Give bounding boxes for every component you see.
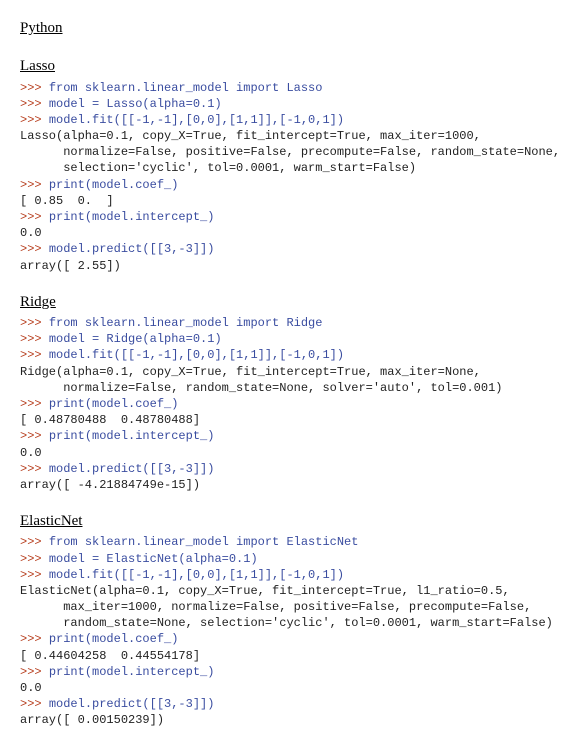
- repl-output: max_iter=1000, normalize=False, positive…: [20, 600, 531, 614]
- code-line: array([ 0.00150239]): [20, 712, 563, 728]
- repl-prompt: >>>: [20, 397, 49, 411]
- code-line: >>> from sklearn.linear_model import Ela…: [20, 534, 563, 550]
- code-line: 0.0: [20, 225, 563, 241]
- repl-prompt: >>>: [20, 697, 49, 711]
- section-title: ElasticNet: [20, 511, 563, 531]
- repl-output: selection='cyclic', tol=0.0001, warm_sta…: [20, 161, 416, 175]
- repl-prompt: >>>: [20, 535, 49, 549]
- repl-input: print(model.intercept_): [49, 429, 215, 443]
- repl-input: print(model.intercept_): [49, 210, 215, 224]
- code-line: >>> model = Lasso(alpha=0.1): [20, 96, 563, 112]
- code-line: >>> print(model.coef_): [20, 396, 563, 412]
- repl-prompt: >>>: [20, 429, 49, 443]
- repl-prompt: >>>: [20, 242, 49, 256]
- code-block: >>> from sklearn.linear_model import Las…: [20, 80, 563, 274]
- section-title: Lasso: [20, 56, 563, 76]
- repl-output: normalize=False, random_state=None, solv…: [20, 381, 502, 395]
- repl-output: 0.0: [20, 446, 42, 460]
- code-line: normalize=False, random_state=None, solv…: [20, 380, 563, 396]
- section-title: Ridge: [20, 292, 563, 312]
- code-line: random_state=None, selection='cyclic', t…: [20, 615, 563, 631]
- repl-prompt: >>>: [20, 462, 49, 476]
- code-line: >>> print(model.intercept_): [20, 209, 563, 225]
- code-line: >>> model.predict([[3,-3]]): [20, 241, 563, 257]
- repl-prompt: >>>: [20, 316, 49, 330]
- code-line: >>> model.fit([[-1,-1],[0,0],[1,1]],[-1,…: [20, 347, 563, 363]
- code-line: >>> model.predict([[3,-3]]): [20, 696, 563, 712]
- repl-input: model.fit([[-1,-1],[0,0],[1,1]],[-1,0,1]…: [49, 568, 344, 582]
- repl-output: array([ -4.21884749e-15]): [20, 478, 200, 492]
- page-title: Python: [20, 18, 563, 38]
- sections-container: Lasso >>> from sklearn.linear_model impor…: [20, 56, 563, 728]
- repl-input: model = ElasticNet(alpha=0.1): [49, 552, 258, 566]
- code-line: >>> model = ElasticNet(alpha=0.1): [20, 551, 563, 567]
- repl-output: Lasso(alpha=0.1, copy_X=True, fit_interc…: [20, 129, 481, 143]
- repl-output: array([ 0.00150239]): [20, 713, 164, 727]
- repl-prompt: >>>: [20, 665, 49, 679]
- repl-prompt: >>>: [20, 97, 49, 111]
- repl-output: ElasticNet(alpha=0.1, copy_X=True, fit_i…: [20, 584, 510, 598]
- repl-output: normalize=False, positive=False, precomp…: [20, 145, 560, 159]
- repl-output: [ 0.85 0. ]: [20, 194, 114, 208]
- code-line: >>> from sklearn.linear_model import Rid…: [20, 315, 563, 331]
- repl-input: print(model.intercept_): [49, 665, 215, 679]
- repl-input: from sklearn.linear_model import Elastic…: [49, 535, 359, 549]
- repl-input: print(model.coef_): [49, 397, 179, 411]
- repl-prompt: >>>: [20, 348, 49, 362]
- code-line: max_iter=1000, normalize=False, positive…: [20, 599, 563, 615]
- code-line: >>> model.fit([[-1,-1],[0,0],[1,1]],[-1,…: [20, 567, 563, 583]
- repl-prompt: >>>: [20, 568, 49, 582]
- repl-prompt: >>>: [20, 632, 49, 646]
- repl-input: model.fit([[-1,-1],[0,0],[1,1]],[-1,0,1]…: [49, 348, 344, 362]
- repl-output: 0.0: [20, 681, 42, 695]
- code-line: selection='cyclic', tol=0.0001, warm_sta…: [20, 160, 563, 176]
- repl-output: 0.0: [20, 226, 42, 240]
- code-line: [ 0.85 0. ]: [20, 193, 563, 209]
- repl-output: random_state=None, selection='cyclic', t…: [20, 616, 553, 630]
- code-line: [ 0.44604258 0.44554178]: [20, 648, 563, 664]
- code-line: Ridge(alpha=0.1, copy_X=True, fit_interc…: [20, 364, 563, 380]
- repl-output: array([ 2.55]): [20, 259, 121, 273]
- code-line: >>> model.predict([[3,-3]]): [20, 461, 563, 477]
- repl-prompt: >>>: [20, 113, 49, 127]
- repl-input: model = Lasso(alpha=0.1): [49, 97, 222, 111]
- repl-input: print(model.coef_): [49, 178, 179, 192]
- repl-prompt: >>>: [20, 178, 49, 192]
- repl-prompt: >>>: [20, 552, 49, 566]
- code-block: >>> from sklearn.linear_model import Ela…: [20, 534, 563, 728]
- repl-input: from sklearn.linear_model import Lasso: [49, 81, 323, 95]
- repl-output: [ 0.44604258 0.44554178]: [20, 649, 200, 663]
- repl-prompt: >>>: [20, 332, 49, 346]
- repl-output: [ 0.48780488 0.48780488]: [20, 413, 200, 427]
- code-line: >>> print(model.intercept_): [20, 428, 563, 444]
- repl-input: model.predict([[3,-3]]): [49, 697, 215, 711]
- repl-input: model = Ridge(alpha=0.1): [49, 332, 222, 346]
- code-line: >>> print(model.coef_): [20, 177, 563, 193]
- code-line: normalize=False, positive=False, precomp…: [20, 144, 563, 160]
- repl-input: model.predict([[3,-3]]): [49, 462, 215, 476]
- code-line: >>> print(model.coef_): [20, 631, 563, 647]
- code-line: >>> from sklearn.linear_model import Las…: [20, 80, 563, 96]
- code-line: array([ -4.21884749e-15]): [20, 477, 563, 493]
- code-line: >>> model = Ridge(alpha=0.1): [20, 331, 563, 347]
- repl-input: model.predict([[3,-3]]): [49, 242, 215, 256]
- code-line: 0.0: [20, 680, 563, 696]
- code-line: Lasso(alpha=0.1, copy_X=True, fit_interc…: [20, 128, 563, 144]
- code-line: >>> model.fit([[-1,-1],[0,0],[1,1]],[-1,…: [20, 112, 563, 128]
- repl-prompt: >>>: [20, 210, 49, 224]
- repl-prompt: >>>: [20, 81, 49, 95]
- code-line: ElasticNet(alpha=0.1, copy_X=True, fit_i…: [20, 583, 563, 599]
- repl-output: Ridge(alpha=0.1, copy_X=True, fit_interc…: [20, 365, 481, 379]
- repl-input: from sklearn.linear_model import Ridge: [49, 316, 323, 330]
- repl-input: model.fit([[-1,-1],[0,0],[1,1]],[-1,0,1]…: [49, 113, 344, 127]
- code-line: 0.0: [20, 445, 563, 461]
- repl-input: print(model.coef_): [49, 632, 179, 646]
- code-line: array([ 2.55]): [20, 258, 563, 274]
- code-block: >>> from sklearn.linear_model import Rid…: [20, 315, 563, 493]
- code-line: [ 0.48780488 0.48780488]: [20, 412, 563, 428]
- code-line: >>> print(model.intercept_): [20, 664, 563, 680]
